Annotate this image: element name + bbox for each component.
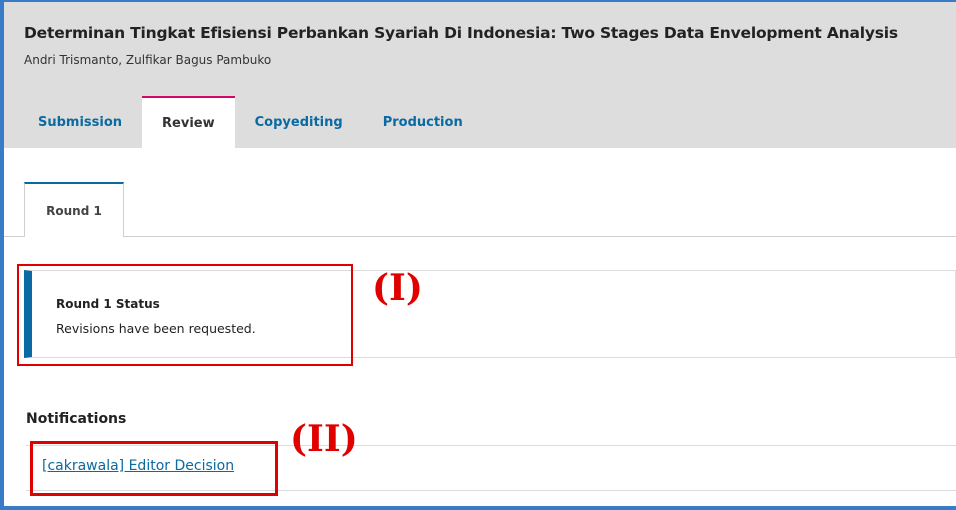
annotation-label-2: (II) (290, 418, 358, 460)
tab-production[interactable]: Production (363, 96, 483, 148)
tab-round-1[interactable]: Round 1 (24, 182, 124, 237)
round-tabs: Round 1 (4, 182, 956, 237)
notifications-heading: Notifications (26, 411, 127, 427)
annotation-label-1: (I) (372, 267, 423, 309)
submission-title: Determinan Tingkat Efisiensi Perbankan S… (24, 24, 898, 42)
annotation-box-2 (30, 441, 278, 496)
tab-review[interactable]: Review (142, 96, 235, 148)
submission-authors: Andri Trismanto, Zulfikar Bagus Pambuko (24, 53, 272, 67)
annotation-box-1 (17, 264, 353, 366)
workflow-tabs: Submission Review Copyediting Production (18, 96, 483, 148)
tab-copyediting[interactable]: Copyediting (235, 96, 363, 148)
tab-submission[interactable]: Submission (18, 96, 142, 148)
